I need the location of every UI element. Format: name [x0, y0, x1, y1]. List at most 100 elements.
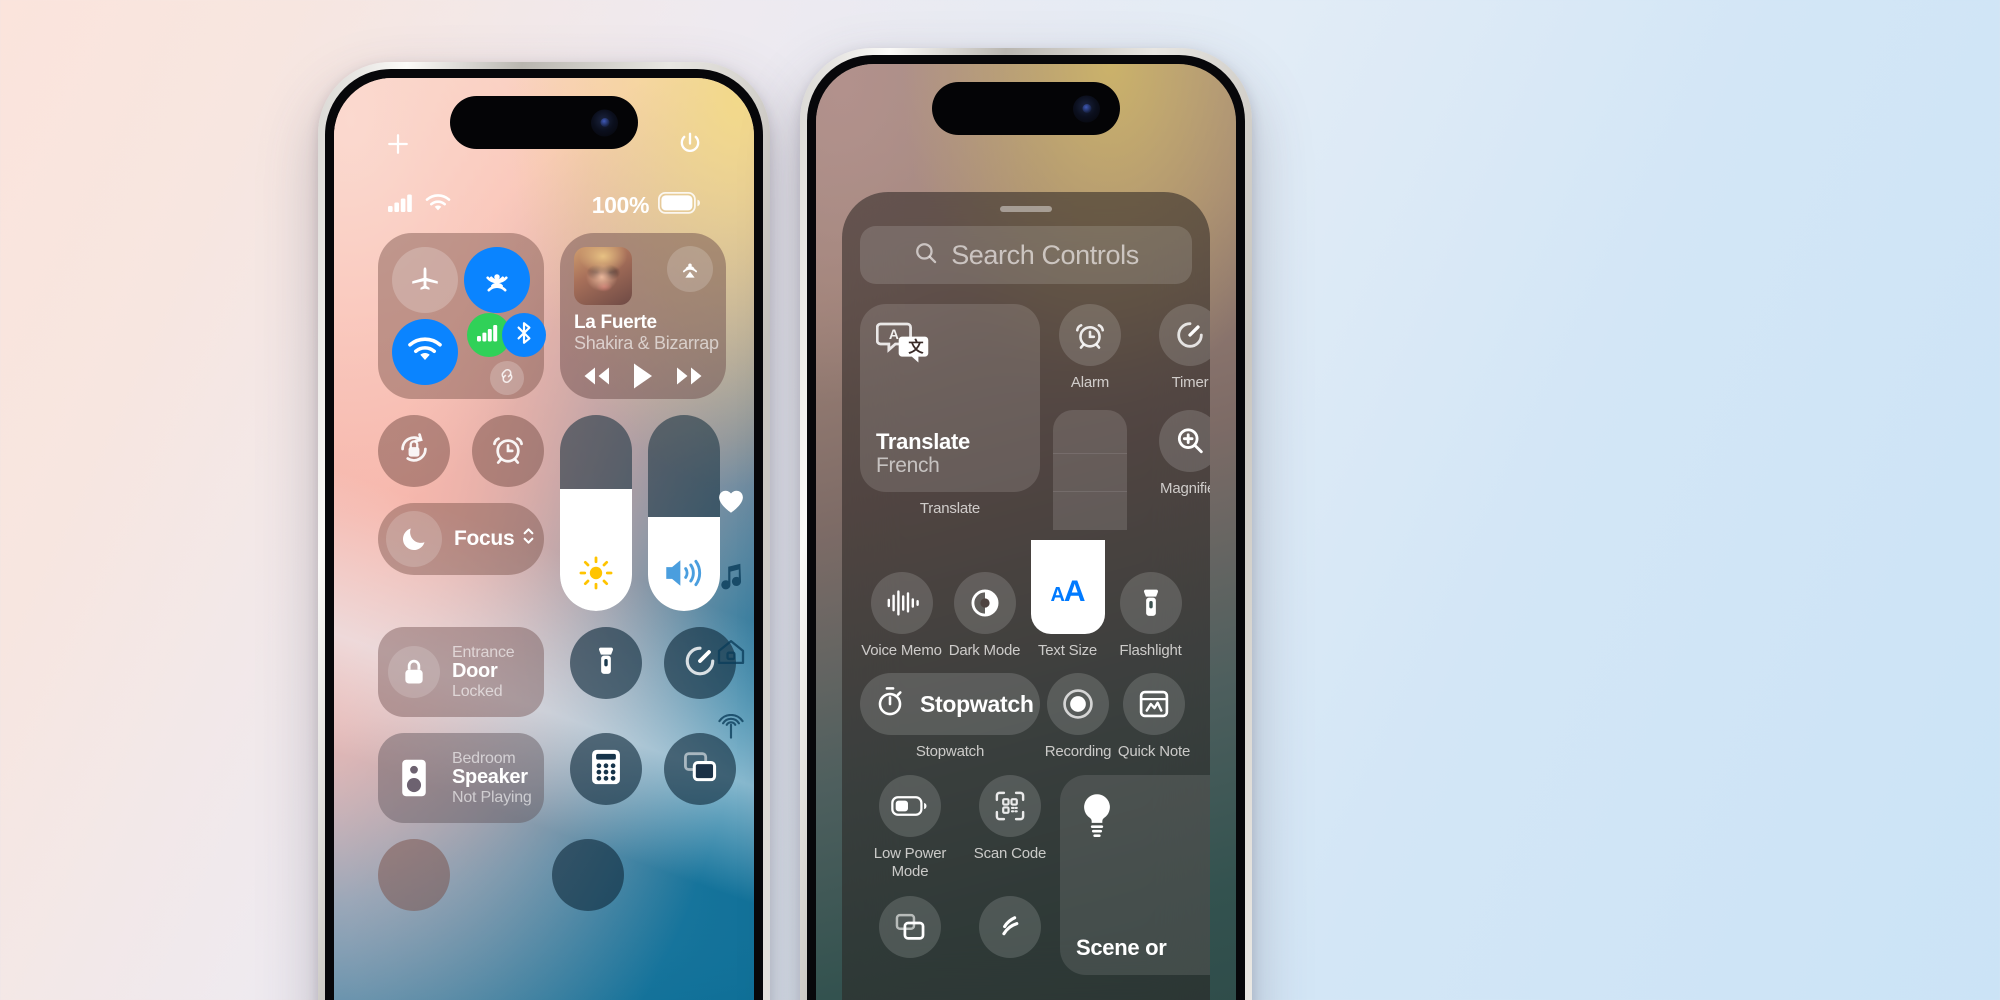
controls-gallery-sheet: Search Controls A 文 Translate French Tra… [842, 192, 1210, 1000]
volume-slider[interactable] [648, 415, 720, 611]
qr-scan-icon [979, 775, 1041, 838]
rotation-lock-button[interactable] [378, 415, 450, 487]
gallery-item-partial-mirroring[interactable] [860, 896, 960, 959]
gallery-item-voice-memo[interactable]: Voice Memo [860, 571, 943, 660]
connectivity-module[interactable] [378, 233, 546, 399]
album-artwork [574, 247, 632, 305]
crescent-moon-icon [386, 511, 442, 567]
gallery-item-caption: Quick Note [1117, 743, 1191, 761]
airplay-audio-icon[interactable] [667, 246, 713, 292]
gallery-row-b: Voice Memo Dark Mode AA Text Size Flashl… [860, 539, 1192, 660]
shazam-icon [979, 896, 1041, 959]
play-icon[interactable] [630, 361, 656, 396]
gallery-item-stopwatch[interactable]: Stopwatch Stopwatch [860, 673, 1040, 761]
gallery-item-quick-note[interactable]: Quick Note [1116, 673, 1192, 761]
power-icon[interactable] [676, 130, 704, 158]
calculator-button[interactable] [570, 733, 642, 805]
screen-mirroring-icon [681, 750, 719, 789]
control-center-page-icons [716, 488, 746, 747]
record-icon [1047, 673, 1109, 736]
focus-control[interactable]: Focus [378, 503, 544, 575]
brightness-slider[interactable] [560, 415, 632, 611]
home-accessory-door[interactable]: Entrance Door Locked [378, 627, 544, 717]
cellular-signal-icon [477, 324, 501, 347]
airdrop-icon [478, 259, 516, 302]
gallery-item-dark-mode[interactable]: Dark Mode [943, 571, 1026, 660]
rewind-icon[interactable] [579, 363, 613, 394]
cc-row-accessory-1: Entrance Door Locked [378, 627, 736, 717]
search-controls-field[interactable]: Search Controls [860, 226, 1192, 284]
left-phone-bezel: 100% La Fuerte Shakira & Bizarrap Focus … [325, 69, 763, 1000]
battery-percent-label: 100% [591, 191, 650, 218]
screen-mirroring-icon [879, 896, 941, 959]
airplane-icon [408, 261, 442, 300]
connectivity-icon[interactable] [716, 713, 746, 747]
bluetooth-toggle[interactable] [502, 313, 546, 357]
gallery-item-text-size[interactable]: AA Text Size [1026, 539, 1109, 660]
stopwatch-icon [872, 684, 908, 725]
heart-icon[interactable] [717, 488, 745, 519]
alarm-clock-icon [489, 430, 527, 473]
gallery-item-caption: Stopwatch [915, 743, 985, 761]
bluetooth-icon [514, 320, 534, 351]
text-size-icon: AA [1050, 574, 1085, 608]
gallery-item-timer[interactable]: Timer [1140, 304, 1210, 392]
cellular-signal-icon [388, 193, 416, 218]
cc-row-accessory-2: Bedroom Speaker Not Playing [378, 733, 736, 823]
home-icon[interactable] [716, 638, 746, 671]
dynamic-island [450, 96, 638, 149]
gallery-item-caption: Dark Mode [948, 641, 1021, 659]
wifi-icon [425, 193, 451, 218]
controls-gallery-grid: A 文 Translate French Translate Alarm Tim… [842, 284, 1210, 976]
timer-icon [1159, 304, 1210, 366]
left-phone-screen: 100% La Fuerte Shakira & Bizarrap Focus … [334, 78, 754, 1000]
airplane-mode-toggle[interactable] [392, 247, 458, 313]
slider-group [560, 415, 720, 611]
drag-handle[interactable] [1000, 206, 1052, 212]
airdrop-toggle[interactable] [464, 247, 530, 313]
gallery-item-title: Translate [876, 428, 970, 454]
accessory-name: Speaker [452, 766, 528, 789]
gallery-item-caption: Translate [919, 500, 981, 517]
gallery-item-caption: Low Power Mode [873, 845, 947, 880]
cc-row-top: La Fuerte Shakira & Bizarrap [378, 233, 726, 399]
gallery-item-scene[interactable]: Scene or [1060, 775, 1210, 976]
partial-round-button-1[interactable] [378, 839, 450, 911]
gallery-item-alarm[interactable]: Alarm [1040, 304, 1140, 392]
accessory-state: Locked [452, 682, 503, 700]
fast-forward-icon[interactable] [673, 363, 707, 394]
now-playing-widget[interactable]: La Fuerte Shakira & Bizarrap [560, 233, 726, 399]
gallery-item-partial-shazam[interactable] [960, 896, 1060, 959]
gallery-item-caption: Voice Memo [861, 641, 942, 659]
gallery-item-subtitle: French [876, 454, 940, 478]
gallery-item-recording[interactable]: Recording [1040, 673, 1116, 761]
wifi-icon [407, 336, 443, 369]
home-accessory-speaker[interactable]: Bedroom Speaker Not Playing [378, 733, 544, 823]
front-camera-lens [591, 109, 618, 136]
flashlight-icon [1119, 571, 1182, 634]
gallery-item-flashlight[interactable]: Flashlight [1109, 571, 1192, 660]
music-note-icon[interactable] [718, 562, 744, 595]
control-center-grid: La Fuerte Shakira & Bizarrap Focus Entra… [334, 233, 754, 1000]
vpn-toggle[interactable] [490, 361, 524, 395]
accessory-state: Not Playing [452, 788, 532, 806]
svg-text:A: A [889, 326, 899, 342]
transport-controls [574, 361, 712, 396]
cc-row-partial [378, 839, 710, 911]
magnifier-icon [1159, 409, 1210, 472]
dark-mode-icon [953, 571, 1016, 634]
gallery-item-low-power-mode[interactable]: Low Power Mode [860, 775, 960, 880]
wifi-toggle[interactable] [392, 319, 458, 385]
flashlight-button[interactable] [570, 627, 642, 699]
alarm-button[interactable] [472, 415, 544, 487]
gallery-item-textsize-top[interactable] [1040, 409, 1140, 530]
gallery-item-translate[interactable]: A 文 Translate French Translate [860, 304, 1040, 518]
track-artist: Shakira & Bizarrap [574, 333, 719, 353]
partial-round-button-2[interactable] [552, 839, 624, 911]
plus-icon[interactable] [384, 130, 412, 158]
chevron-updown-icon[interactable] [521, 525, 536, 553]
gallery-item-magnifier[interactable]: Magnifier [1140, 409, 1210, 530]
gallery-item-scan-code[interactable]: Scan Code [960, 775, 1060, 880]
battery-full-icon [657, 191, 700, 219]
gallery-item-caption: Flashlight [1119, 641, 1182, 659]
